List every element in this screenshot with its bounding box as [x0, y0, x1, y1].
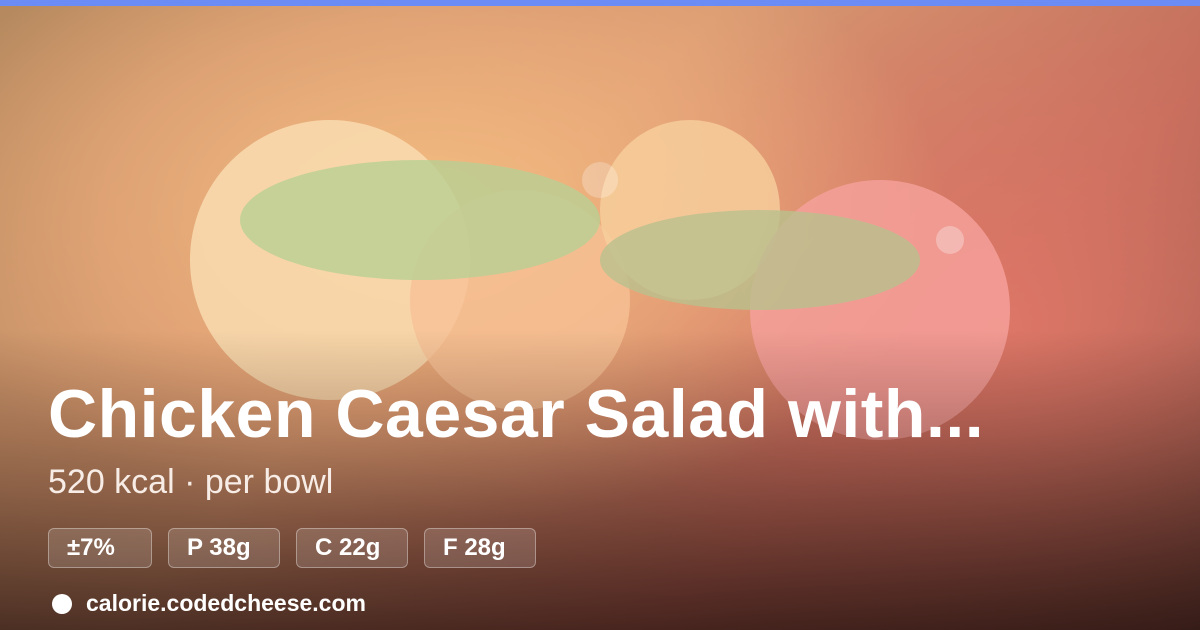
- calorie-subtitle: 520 kcal · per bowl: [48, 463, 334, 501]
- nutrition-chips: ±7% P 38g C 22g F 28g: [48, 528, 536, 568]
- crumb-dot: [936, 226, 964, 254]
- site-footer: calorie.codedcheese.com: [52, 590, 366, 617]
- crouton-dot: [582, 162, 618, 198]
- dish-title: Chicken Caesar Salad with...: [48, 376, 985, 452]
- share-card: Chicken Caesar Salad with... 520 kcal · …: [0, 0, 1200, 630]
- fat-chip: F 28g: [424, 528, 536, 568]
- carbs-chip: C 22g: [296, 528, 408, 568]
- protein-chip: P 38g: [168, 528, 280, 568]
- circle-dot-icon: [52, 593, 72, 614]
- site-url: calorie.codedcheese.com: [86, 590, 366, 616]
- lettuce-leaf-right: [600, 210, 920, 310]
- lettuce-leaf-left: [240, 160, 600, 280]
- accuracy-chip: ±7%: [48, 528, 152, 568]
